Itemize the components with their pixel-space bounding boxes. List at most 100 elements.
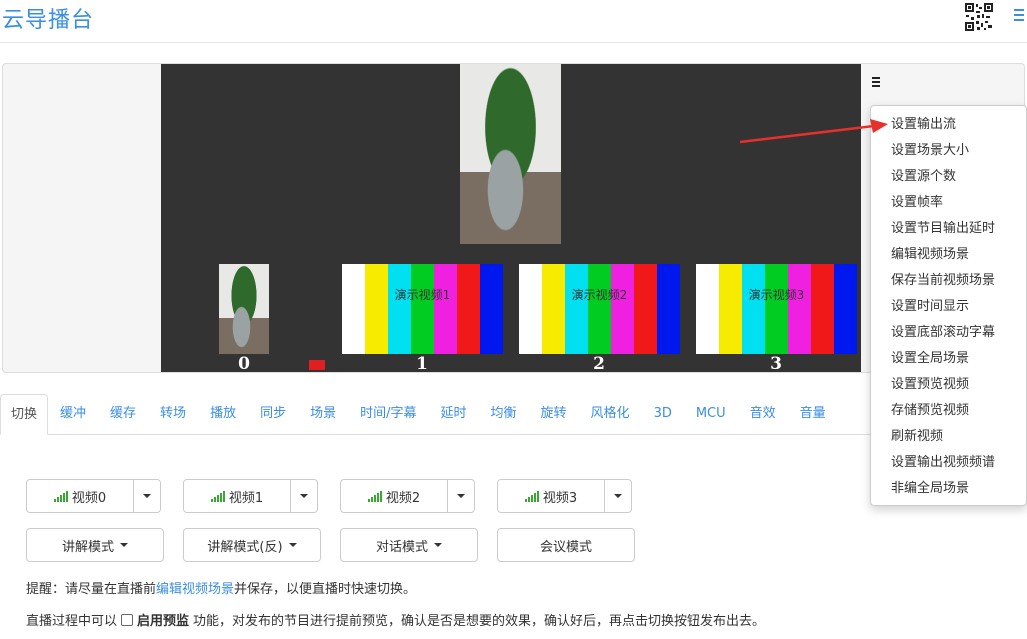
note-suffix: 功能，对发布的节目进行提前预览，确认是否是想要的效果，确认好后，再点击切换按钮发… (193, 614, 766, 629)
enable-preview-checkbox[interactable] (121, 613, 134, 626)
note-prefix: 直播过程中可以 (26, 614, 118, 629)
menu-item-set-output-delay[interactable]: 设置节目输出延时 (871, 216, 1026, 242)
tab-delay[interactable]: 延时 (429, 394, 479, 435)
tab-scene[interactable]: 场景 (298, 394, 348, 435)
menu-item-set-global-scene[interactable]: 设置全局场景 (871, 346, 1026, 372)
source-thumbnail-2[interactable]: 演示视频2 (519, 264, 680, 354)
thumbnail-number: 2 (593, 354, 605, 373)
menu-item-set-frame-rate[interactable]: 设置帧率 (871, 190, 1026, 216)
mode-label: 会议模式 (539, 539, 592, 555)
menu-item-set-ticker[interactable]: 设置底部滚动字幕 (871, 320, 1026, 346)
caret-down-icon (288, 543, 297, 547)
main-preview-video (460, 64, 561, 244)
color-bar (811, 264, 834, 354)
color-bar (719, 264, 742, 354)
tab-audio-effect[interactable]: 音效 (738, 394, 788, 435)
color-bar (342, 264, 365, 354)
source-label: 视频3 (542, 490, 578, 506)
header-divider (0, 42, 1027, 43)
menu-item-edit-video-scene[interactable]: 编辑视频场景 (871, 242, 1026, 268)
tab-switch[interactable]: 切换 (0, 394, 49, 435)
function-tabs: 切换 缓冲 缓存 转场 播放 同步 场景 时间/字幕 延时 均衡 旋转 风格化 … (0, 394, 870, 435)
menu-item-store-preview-video[interactable]: 存储预览视频 (871, 398, 1026, 424)
meeting-mode-button[interactable]: 会议模式 (497, 528, 635, 562)
demo-label: 演示视频2 (571, 288, 628, 302)
demo-label: 演示视频1 (394, 288, 451, 302)
tab-3d[interactable]: 3D (642, 394, 684, 435)
color-bar (365, 264, 388, 354)
caret-down-icon (457, 494, 465, 498)
signal-icon (524, 490, 540, 502)
tab-balance[interactable]: 均衡 (479, 394, 529, 435)
source-dropdown-toggle-0[interactable] (134, 480, 160, 512)
menu-item-refresh-video[interactable]: 刷新视频 (871, 424, 1026, 450)
color-bar (519, 264, 542, 354)
tab-volume[interactable]: 音量 (788, 394, 838, 435)
enable-preview-label[interactable]: 启用预监 (137, 610, 189, 629)
menu-item-set-preview-video[interactable]: 设置预览视频 (871, 372, 1026, 398)
color-bar (480, 264, 503, 354)
source-button-2[interactable]: 视频2 (341, 480, 448, 512)
demo-label: 演示视频3 (748, 288, 805, 302)
caret-down-icon (143, 494, 151, 498)
source-dropdown-toggle-1[interactable] (291, 480, 317, 512)
reminder-text: 提醒：请尽量在直播前编辑视频场景并保存，以便直播时快速切换。 (26, 578, 416, 597)
source-split-button-3: 视频3 (497, 479, 632, 513)
caret-down-icon (614, 494, 622, 498)
tab-rotate[interactable]: 旋转 (529, 394, 579, 435)
source-thumbnail-1[interactable]: 演示视频1 (342, 264, 503, 354)
color-bar (788, 264, 811, 354)
color-bar (611, 264, 634, 354)
tab-time-subtitle[interactable]: 时间/字幕 (348, 394, 428, 435)
color-bar (834, 264, 857, 354)
explain-mode-button[interactable]: 讲解模式 (26, 528, 164, 562)
thumbnail-number: 3 (770, 354, 782, 373)
color-bar (588, 264, 611, 354)
explain-mode-reverse-button[interactable]: 讲解模式(反) (183, 528, 321, 562)
source-dropdown-toggle-3[interactable] (605, 480, 631, 512)
app-title: 云导播台 (2, 8, 95, 33)
mode-label: 讲解模式(反) (207, 539, 283, 555)
source-thumbnail-3[interactable]: 演示视频3 (696, 264, 857, 354)
source-thumbnail-0[interactable] (219, 264, 269, 354)
source-dropdown-toggle-2[interactable] (448, 480, 474, 512)
tab-stylize[interactable]: 风格化 (579, 394, 642, 435)
color-bar (411, 264, 434, 354)
color-bar (657, 264, 680, 354)
menu-item-nonlinear-global-scene[interactable]: 非编全局场景 (871, 476, 1026, 502)
menu-item-set-source-count[interactable]: 设置源个数 (871, 164, 1026, 190)
source-button-1[interactable]: 视频1 (184, 480, 291, 512)
source-button-3[interactable]: 视频3 (498, 480, 605, 512)
tab-cache[interactable]: 缓存 (98, 394, 148, 435)
source-label: 视频1 (228, 490, 264, 506)
edit-scene-link[interactable]: 编辑视频场景 (156, 582, 234, 597)
color-bar (742, 264, 765, 354)
source-label: 视频2 (385, 490, 421, 506)
stage-menu-icon[interactable] (872, 77, 880, 87)
hamburger-icon[interactable] (1014, 9, 1024, 21)
color-bar (434, 264, 457, 354)
color-bar (765, 264, 788, 354)
source-split-button-2: 视频2 (340, 479, 475, 513)
tab-buffer[interactable]: 缓冲 (48, 394, 98, 435)
tab-mcu[interactable]: MCU (684, 394, 738, 435)
qr-code-icon[interactable] (964, 2, 994, 32)
video-canvas: 演示视频1 演示视频2 演示视频3 0 1 2 3 (161, 64, 861, 373)
tab-playback[interactable]: 播放 (198, 394, 248, 435)
caret-down-icon (300, 494, 308, 498)
source-label: 视频0 (71, 490, 107, 506)
menu-item-save-video-scene[interactable]: 保存当前视频场景 (871, 268, 1026, 294)
tab-transition[interactable]: 转场 (148, 394, 198, 435)
thumbnail-number: 0 (238, 354, 250, 373)
source-split-button-0: 视频0 (26, 479, 161, 513)
tab-sync[interactable]: 同步 (248, 394, 298, 435)
color-bar (634, 264, 657, 354)
settings-dropdown-menu: 设置输出流 设置场景大小 设置源个数 设置帧率 设置节目输出延时 编辑视频场景 … (870, 105, 1027, 506)
thumbnail-number: 1 (416, 354, 428, 373)
menu-item-set-time-display[interactable]: 设置时间显示 (871, 294, 1026, 320)
source-split-button-1: 视频1 (183, 479, 318, 513)
menu-item-set-spectrum[interactable]: 设置输出视频频谱 (871, 450, 1026, 476)
caret-down-icon (120, 543, 128, 547)
source-button-0[interactable]: 视频0 (27, 480, 134, 512)
dialogue-mode-button[interactable]: 对话模式 (340, 528, 478, 562)
